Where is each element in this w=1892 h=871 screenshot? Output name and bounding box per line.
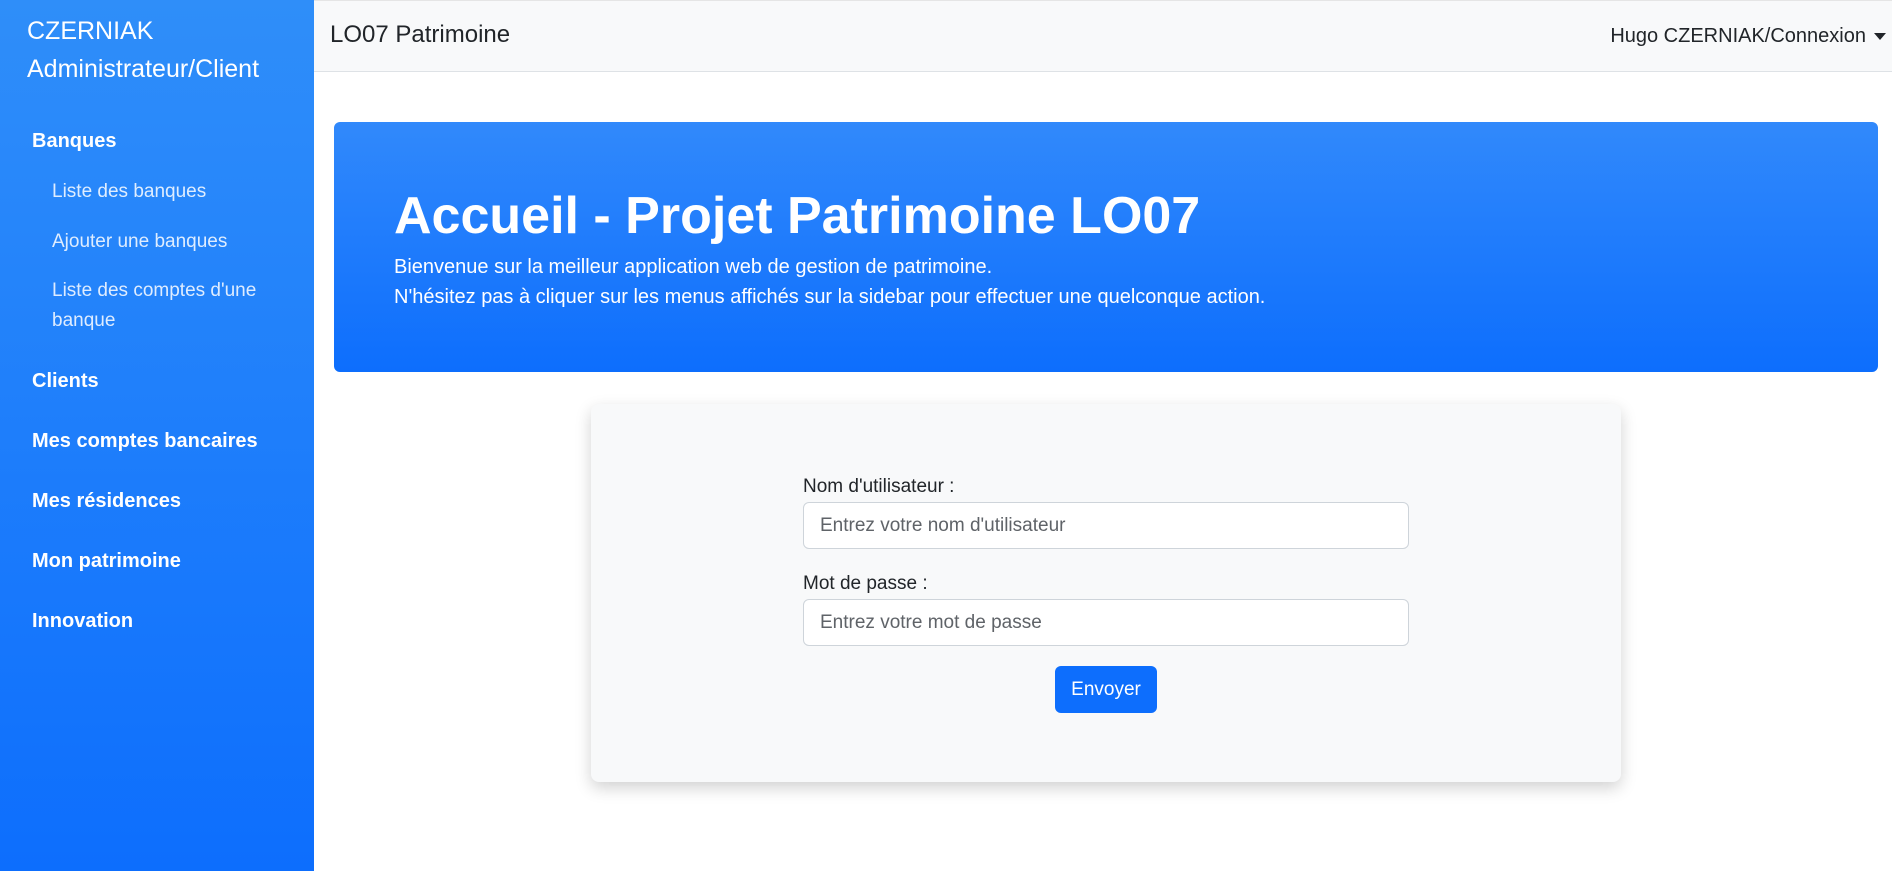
navbar-brand[interactable]: LO07 Patrimoine — [330, 21, 510, 49]
sidebar-section-patrimoine[interactable]: Mon patrimoine — [32, 550, 181, 573]
password-input[interactable] — [803, 599, 1409, 646]
username-input[interactable] — [803, 502, 1409, 549]
hero-welcome-text: Bienvenue sur la meilleur application we… — [394, 256, 993, 278]
sidebar-section-residences[interactable]: Mes résidences — [32, 490, 181, 513]
sidebar-section-innovation[interactable]: Innovation — [32, 610, 133, 633]
sidebar-brand[interactable]: CZERNIAK Administrateur/Client — [27, 12, 307, 88]
hero-banner: Accueil - Projet Patrimoine LO07 Bienven… — [334, 122, 1878, 372]
sidebar-section-banques[interactable]: Banques — [32, 130, 116, 153]
sidebar-section-comptes[interactable]: Mes comptes bancaires — [32, 430, 258, 453]
sidebar-item-ajouter-banque[interactable]: Ajouter une banques — [52, 227, 282, 257]
user-menu-dropdown[interactable]: Hugo CZERNIAK/Connexion — [1610, 25, 1886, 48]
username-label: Nom d'utilisateur : — [803, 476, 955, 497]
user-menu-label: Hugo CZERNIAK/Connexion — [1610, 25, 1866, 47]
sidebar: CZERNIAK Administrateur/Client Banques L… — [0, 0, 314, 871]
sidebar-item-liste-banques[interactable]: Liste des banques — [52, 177, 282, 207]
password-label: Mot de passe : — [803, 573, 928, 594]
hero-instructions-text: N'hésitez pas à cliquer sur les menus af… — [394, 286, 1266, 308]
caret-down-icon — [1874, 33, 1886, 40]
submit-button[interactable]: Envoyer — [1055, 666, 1157, 713]
login-form: Nom d'utilisateur : Mot de passe : Envoy… — [591, 404, 1621, 782]
page-title: Accueil - Projet Patrimoine LO07 — [394, 187, 1201, 245]
top-navbar: LO07 Patrimoine Hugo CZERNIAK/Connexion — [314, 0, 1892, 72]
sidebar-section-clients[interactable]: Clients — [32, 370, 99, 393]
sidebar-item-comptes-banque[interactable]: Liste des comptes d'une banque — [52, 276, 282, 336]
